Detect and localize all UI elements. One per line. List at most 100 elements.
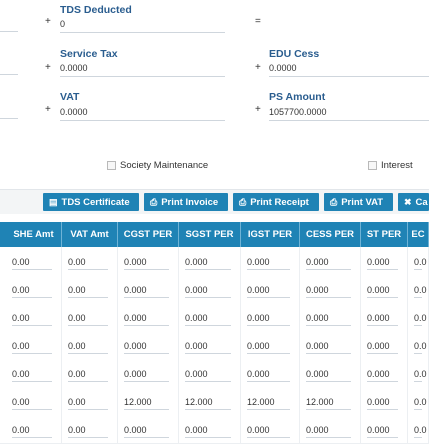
plus-sign: + xyxy=(255,104,261,115)
cell-input[interactable]: 0.00 xyxy=(12,369,52,382)
column-header[interactable]: CESS PER xyxy=(300,222,361,247)
plus-sign: + xyxy=(255,62,261,73)
interest-checkbox[interactable] xyxy=(368,161,377,170)
vat-input[interactable]: 0.0000 xyxy=(60,107,225,121)
cell-input[interactable]: 0.00 xyxy=(68,257,108,270)
cell-input[interactable]: 0.000 xyxy=(367,257,398,270)
cell-input[interactable]: 0.000 xyxy=(367,341,398,354)
cell-input[interactable]: 0.000 xyxy=(185,257,231,270)
cell-input[interactable]: 0.000 xyxy=(306,313,351,326)
cell-input[interactable]: 0.000 xyxy=(247,425,290,438)
column-header[interactable]: VAT Amt xyxy=(62,222,118,247)
cell-input[interactable]: 0.000 xyxy=(124,257,169,270)
print-receipt-button[interactable]: ⎙ Print Receipt xyxy=(233,193,319,211)
cell-input[interactable]: 0.00 xyxy=(68,313,108,326)
cell-input[interactable]: 0.0 xyxy=(414,257,427,270)
cell-input[interactable]: 0.00 xyxy=(68,397,108,410)
table-cell: 12.000 xyxy=(241,387,300,415)
cell-input[interactable]: 0.000 xyxy=(367,425,398,438)
print-receipt-label: Print Receipt xyxy=(250,196,309,208)
cell-input[interactable]: 0.00 xyxy=(12,341,52,354)
cell-input[interactable]: 0.000 xyxy=(367,285,398,298)
cell-input[interactable]: 0.000 xyxy=(247,285,290,298)
print-vat-button[interactable]: ⎙ Print VAT xyxy=(324,193,393,211)
table-cell: 0.000 xyxy=(241,275,300,303)
document-icon: ▤ xyxy=(49,196,58,207)
cancel-label: Ca xyxy=(415,196,428,208)
cell-input[interactable]: 12.000 xyxy=(185,397,231,410)
edu-cess-input[interactable]: 0.0000 xyxy=(269,63,429,77)
service-tax-input[interactable]: 0.0000 xyxy=(60,63,225,77)
cell-input[interactable]: 0.00 xyxy=(68,425,108,438)
cell-input[interactable]: 0.000 xyxy=(185,341,231,354)
column-header[interactable]: IGST PER xyxy=(241,222,300,247)
cell-input[interactable]: 0.000 xyxy=(367,369,398,382)
cell-input[interactable]: 0.000 xyxy=(185,313,231,326)
cell-input[interactable]: 0.000 xyxy=(247,369,290,382)
print-invoice-button[interactable]: ⎙ Print Invoice xyxy=(144,193,228,211)
table-cell: 0.000 xyxy=(179,415,241,443)
cell-input[interactable]: 12.000 xyxy=(306,397,351,410)
cell-input[interactable]: 0.0 xyxy=(414,285,427,298)
table-cell: 12.000 xyxy=(300,387,361,415)
table-row: 0.00 0.00 0.000 0.000 0.000 0.000 0.000 0.0 xyxy=(0,415,429,444)
cell-input[interactable]: 0.000 xyxy=(367,397,398,410)
cell-input[interactable]: 12.000 xyxy=(247,397,290,410)
table-row: 0.00 0.00 0.000 0.000 0.000 0.000 0.000 0.0 xyxy=(0,247,429,276)
table-row: 0.00 0.00 0.000 0.000 0.000 0.000 0.000 0.0 xyxy=(0,303,429,332)
society-maintenance-checkbox[interactable] xyxy=(107,161,116,170)
cell-input[interactable]: 0.000 xyxy=(185,285,231,298)
column-header[interactable]: CGST PER xyxy=(118,222,179,247)
table-row: 0.00 0.00 0.000 0.000 0.000 0.000 0.000 0.0 xyxy=(0,331,429,360)
ps-amount-input[interactable]: 1057700.0000 xyxy=(269,107,429,121)
cell-input[interactable]: 0.00 xyxy=(68,369,108,382)
cell-input[interactable]: 0.00 xyxy=(12,313,52,326)
cell-input[interactable]: 0.0 xyxy=(414,425,427,438)
cell-input[interactable]: 0.000 xyxy=(367,313,398,326)
cell-input[interactable]: 0.00 xyxy=(12,397,52,410)
cell-input[interactable]: 0.0 xyxy=(414,313,427,326)
cell-input[interactable]: 0.000 xyxy=(306,341,351,354)
cell-input[interactable]: 0.000 xyxy=(124,285,169,298)
tds-deducted-label: TDS Deducted xyxy=(60,4,132,16)
society-maintenance-option[interactable]: Society Maintenance xyxy=(107,160,208,171)
cell-input[interactable]: 0.0 xyxy=(414,369,427,382)
table-cell: 0.000 xyxy=(118,415,179,443)
cell-input[interactable]: 0.000 xyxy=(306,369,351,382)
cell-input[interactable]: 0.00 xyxy=(12,425,52,438)
table-cell: 0.00 xyxy=(62,387,118,415)
cell-input[interactable]: 0.000 xyxy=(306,425,351,438)
tds-certificate-button[interactable]: ▤ TDS Certificate xyxy=(43,193,139,211)
cell-input[interactable]: 0.00 xyxy=(68,285,108,298)
cell-input[interactable]: 0.000 xyxy=(306,257,351,270)
cell-input[interactable]: 0.000 xyxy=(124,369,169,382)
edu-cess-label: EDU Cess xyxy=(269,48,320,60)
cell-input[interactable]: 0.000 xyxy=(306,285,351,298)
column-header[interactable]: SGST PER xyxy=(179,222,241,247)
print-icon: ⎙ xyxy=(330,196,338,207)
cell-input[interactable]: 0.00 xyxy=(68,341,108,354)
cell-input[interactable]: 0.0 xyxy=(414,397,427,410)
cell-input[interactable]: 0.000 xyxy=(247,313,290,326)
table-cell: 0.00 xyxy=(62,247,118,275)
cell-input[interactable]: 0.000 xyxy=(185,369,231,382)
table-cell: 0.000 xyxy=(118,303,179,331)
cell-input[interactable]: 0.000 xyxy=(124,313,169,326)
interest-option[interactable]: Interest xyxy=(368,160,413,171)
column-header[interactable]: EC xyxy=(408,222,429,247)
cell-input[interactable]: 0.00 xyxy=(12,257,52,270)
tds-deducted-input[interactable]: 0 xyxy=(60,19,225,33)
cancel-button[interactable]: ✖ Ca xyxy=(398,193,429,211)
cell-input[interactable]: 0.000 xyxy=(124,341,169,354)
left-field-underline xyxy=(0,31,18,32)
cell-input[interactable]: 0.0 xyxy=(414,341,427,354)
cell-input[interactable]: 0.000 xyxy=(185,425,231,438)
cell-input[interactable]: 12.000 xyxy=(124,397,169,410)
column-header[interactable]: SHE Amt xyxy=(6,222,62,247)
column-header[interactable]: ST PER xyxy=(361,222,408,247)
cell-input[interactable]: 0.000 xyxy=(247,257,290,270)
cell-input[interactable]: 0.000 xyxy=(124,425,169,438)
table-cell: 0.000 xyxy=(300,275,361,303)
cell-input[interactable]: 0.00 xyxy=(12,285,52,298)
cell-input[interactable]: 0.000 xyxy=(247,341,290,354)
